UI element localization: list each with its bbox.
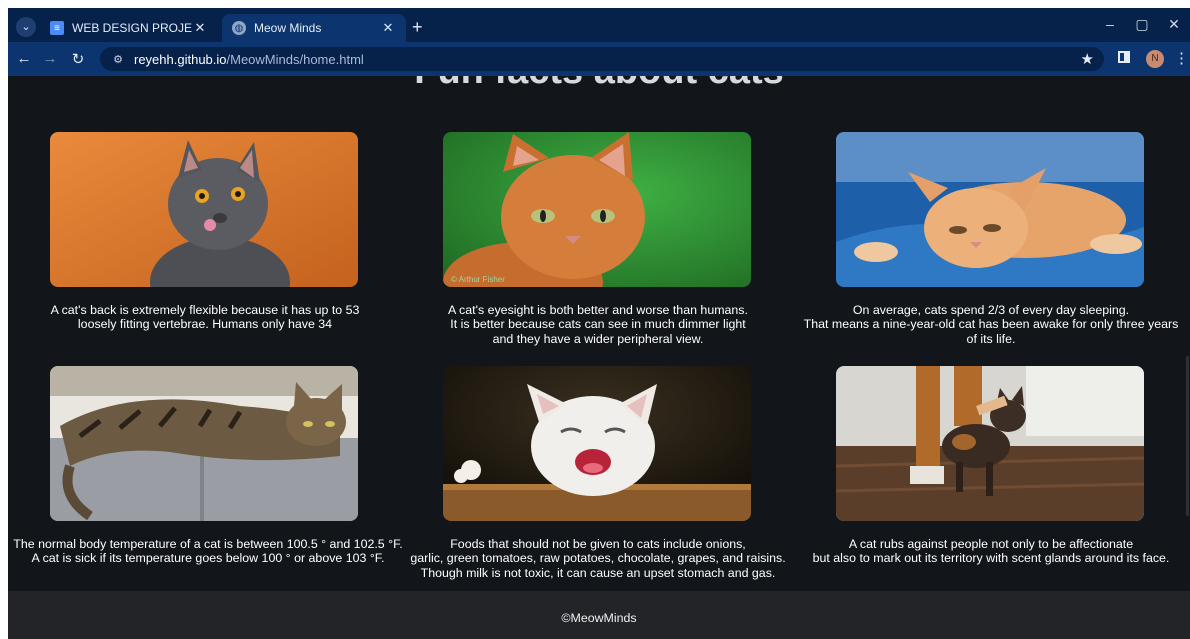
site-settings-icon[interactable]: ⚙ [110,53,126,66]
fact-card: The normal body temperature of a cat is … [13,366,403,565]
url-text: reyehh.github.io/MeowMinds/home.html [134,52,364,67]
fact-line: It is better because cats can see in muc… [450,317,746,332]
profile-avatar[interactable]: N [1146,50,1164,68]
footer-copyright: ©MeowMinds [561,611,637,625]
fact-card: A cat rubs against people not only to be… [813,366,1169,565]
tab-web-design-report[interactable]: ≡ WEB DESIGN PROJECT REPORT ✕ [40,14,218,42]
cat-photo-tortoiseshell [836,366,1144,521]
fact-line: Though milk is not toxic, it can cause a… [420,565,776,580]
tab-search-chevron-icon[interactable]: ⌄ [16,17,36,37]
back-arrow-icon[interactable]: ← [14,50,34,67]
fact-line: and they have a wider peripheral view. [492,331,704,346]
fact-line: A cat is sick if its temperature goes be… [31,551,385,566]
cat-photo-grey [50,132,358,287]
fact-card: A cat's back is extremely flexible becau… [50,132,360,331]
docs-icon: ≡ [50,21,64,35]
browser-window: ⌄ ≡ WEB DESIGN PROJECT REPORT ✕ ◍ Meow M… [8,8,1190,639]
fact-text: A cat's back is extremely flexible becau… [8,303,405,332]
side-panel-icon[interactable] [1118,51,1130,63]
fact-line: On average, cats spend 2/3 of every day … [852,303,1130,317]
fact-line: loosely fitting vertebrae. Humans only h… [77,317,333,332]
fact-line: A cat's back is extremely flexible becau… [50,303,360,317]
forward-arrow-icon[interactable]: → [40,50,60,67]
fact-text: A cat's eyesight is both better and wors… [398,303,798,346]
page-viewport: Fun facts about cats [8,76,1190,639]
fact-line: but also to mark out its territory with … [812,551,1170,566]
page-footer: ©MeowMinds [8,591,1190,639]
window-close-icon[interactable]: ✕ [1162,16,1186,33]
close-icon[interactable]: ✕ [380,20,396,36]
globe-icon: ◍ [232,21,246,35]
fact-card: © Arthur Fisher A cat's eyesight is both… [443,132,753,346]
tab-title: WEB DESIGN PROJECT REPORT [72,21,192,35]
address-bar[interactable]: ⚙ reyehh.github.io/MeowMinds/home.html ★ [100,47,1104,71]
scrollbar-thumb[interactable] [1186,356,1189,516]
page-heading: Fun facts about cats [8,76,1190,93]
cat-photo-orange: © Arthur Fisher [443,132,751,287]
minimize-icon[interactable]: – [1098,16,1122,32]
fact-line: The normal body temperature of a cat is … [13,537,403,551]
fact-line: A cat rubs against people not only to be… [848,537,1134,551]
fact-line: Foods that should not be given to cats i… [450,537,746,551]
fact-line: garlic, green tomatoes, raw potatoes, ch… [410,551,786,566]
photo-watermark: © Arthur Fisher [451,275,505,284]
fact-text: Foods that should not be given to cats i… [398,537,798,580]
menu-kebab-icon[interactable]: ⋮ [1174,49,1189,67]
cat-photo-tabby-sofa [50,366,358,521]
tab-strip: ⌄ ≡ WEB DESIGN PROJECT REPORT ✕ ◍ Meow M… [8,8,1190,42]
tab-meow-minds[interactable]: ◍ Meow Minds ✕ [222,14,406,42]
fact-line: A cat's eyesight is both better and wors… [448,303,748,317]
reload-icon[interactable]: ↻ [68,50,88,68]
new-tab-plus-icon[interactable]: + [412,16,423,38]
url-path: /MeowMinds/home.html [226,51,364,67]
fact-line: of its life. [966,331,1016,346]
browser-toolbar: ← → ↻ ⚙ reyehh.github.io/MeowMinds/home.… [8,42,1190,76]
cat-photo-kitten-blanket [836,132,1144,287]
fact-text: The normal body temperature of a cat is … [13,537,403,566]
restore-icon[interactable]: ▢ [1130,16,1154,33]
cat-photo-white-kitten [443,366,751,521]
fact-card: Foods that should not be given to cats i… [410,366,786,580]
bookmark-star-icon[interactable]: ★ [1081,50,1094,68]
url-domain: reyehh.github.io [134,51,227,67]
fact-line: That means a nine-year-old cat has been … [803,317,1179,332]
close-icon[interactable]: ✕ [192,20,208,36]
fact-text: A cat rubs against people not only to be… [791,537,1190,566]
fact-card: On average, cats spend 2/3 of every day … [804,132,1178,346]
fact-text: On average, cats spend 2/3 of every day … [791,303,1190,346]
tab-title: Meow Minds [254,21,322,35]
